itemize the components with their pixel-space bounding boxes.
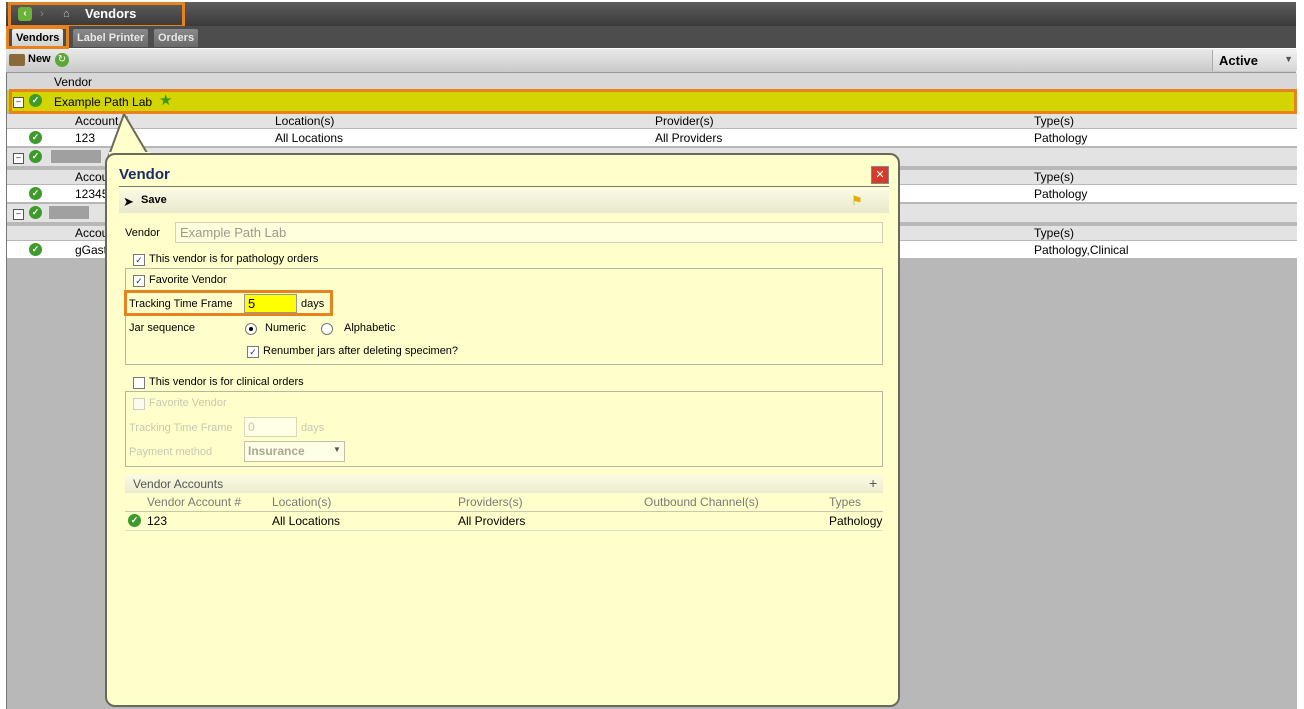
payment-method-select: Insurance ▼: [244, 441, 345, 462]
tab-highlight-box: [6, 26, 69, 49]
col-types[interactable]: Types: [829, 495, 861, 509]
redacted-vendor-name: [51, 150, 101, 163]
tab-orders[interactable]: Orders: [154, 29, 199, 47]
vendor-name-input[interactable]: Example Path Lab: [175, 222, 883, 243]
vendor-name-value: Example Path Lab: [180, 225, 287, 240]
account-list-row[interactable]: ✓ 123 All Locations All Providers Pathol…: [125, 512, 883, 531]
renumber-jars-checkbox[interactable]: ✓: [247, 346, 259, 358]
flag-icon[interactable]: ⚑: [851, 193, 863, 209]
clinical-checkbox[interactable]: [133, 377, 145, 389]
popup-title: Vendor: [119, 166, 170, 183]
subheader-account-truncated: Accou: [75, 170, 109, 184]
collapse-icon[interactable]: –: [13, 209, 24, 220]
active-check-icon: ✓: [128, 514, 141, 527]
account-types: Pathology: [829, 514, 883, 528]
popup-divider: [119, 186, 889, 187]
jar-alphabetic-radio[interactable]: [321, 323, 333, 335]
window-titlebar: ‹ › ⌂ Vendors: [6, 2, 1296, 26]
active-check-icon: ✓: [29, 243, 42, 256]
active-check-icon: ✓: [29, 131, 42, 144]
subheader-types: Type(s): [1034, 170, 1075, 184]
account-types: Pathology: [1034, 131, 1088, 145]
subheader-provider: Provider(s): [655, 114, 714, 128]
active-check-icon: ✓: [29, 206, 42, 219]
clinical-group: [125, 391, 883, 467]
subheader-types: Type(s): [1034, 114, 1075, 128]
payment-method-label: Payment method: [129, 446, 213, 458]
status-filter-select[interactable]: Active ▼: [1212, 50, 1297, 71]
subheader-account-truncated: Accou: [75, 226, 109, 240]
jar-alphabetic-label: Alphabetic: [344, 322, 396, 334]
save-button[interactable]: Save: [141, 194, 167, 206]
save-icon[interactable]: ➤: [123, 194, 134, 210]
col-location[interactable]: Location(s): [272, 495, 331, 509]
account-location: All Locations: [275, 131, 344, 145]
pathology-group: [125, 268, 883, 365]
vendor-popup: Vendor ✕ ➤ Save ⚑ Vendor Example Path La…: [105, 153, 900, 707]
account-types: Pathology: [1034, 187, 1088, 201]
subheader-location: Location(s): [275, 114, 335, 128]
vendor-accounts-title: Vendor Accounts: [133, 477, 224, 491]
grid-header: Vendor: [7, 73, 1297, 90]
add-account-icon[interactable]: +: [869, 475, 877, 491]
col-vendor-account[interactable]: Vendor Account #: [147, 495, 241, 509]
jar-numeric-radio[interactable]: [245, 323, 257, 335]
col-outbound-channel[interactable]: Outbound Channel(s): [644, 495, 759, 509]
tab-label-printer[interactable]: Label Printer: [73, 29, 149, 47]
clinical-favorite-label: Favorite Vendor: [149, 397, 227, 409]
status-filter-value: Active: [1219, 53, 1259, 68]
popup-toolbar: ➤ Save ⚑: [119, 189, 889, 213]
account-location: All Locations: [272, 514, 341, 528]
refresh-icon[interactable]: ↻: [55, 53, 69, 67]
tracking-highlight-box: [124, 290, 333, 316]
account-row[interactable]: ✓ 123 All Locations All Providers Pathol…: [7, 129, 1297, 146]
jar-numeric-label: Numeric: [265, 322, 306, 334]
column-header-vendor[interactable]: Vendor: [54, 75, 92, 89]
pathology-checkbox[interactable]: ✓: [133, 254, 145, 266]
clinical-tracking-input: 0: [244, 417, 297, 437]
chevron-down-icon: ▼: [1284, 54, 1293, 64]
renumber-jars-label: Renumber jars after deleting specimen?: [263, 345, 459, 357]
account-types: Pathology,Clinical: [1034, 243, 1129, 257]
account-provider: All Providers: [458, 514, 526, 528]
tab-bar: Vendors Label Printer Orders: [6, 26, 1296, 48]
vendor-subheader: Account # Location(s) Provider(s) Type(s…: [7, 114, 1297, 128]
pathology-checkbox-label: This vendor is for pathology orders: [149, 253, 319, 265]
clinical-checkbox-label: This vendor is for clinical orders: [149, 376, 304, 388]
account-number: 123: [75, 131, 96, 145]
payment-method-value: Insurance: [248, 444, 305, 458]
account-provider: All Providers: [655, 131, 723, 145]
clinical-tracking-label: Tracking Time Frame: [129, 422, 233, 434]
close-icon[interactable]: ✕: [871, 166, 889, 184]
jar-sequence-label: Jar sequence: [129, 322, 196, 334]
vendor-field-label: Vendor: [125, 227, 160, 239]
redacted-vendor-name: [49, 206, 89, 219]
popup-pointer: [106, 114, 152, 158]
new-vendor-icon[interactable]: [9, 54, 25, 66]
active-check-icon: ✓: [29, 150, 42, 163]
toolbar: New ↻ Active ▼: [6, 49, 1297, 73]
clinical-tracking-value: 0: [248, 420, 255, 434]
account-number: gGast: [75, 243, 108, 257]
col-providers[interactable]: Providers(s): [458, 495, 523, 509]
clinical-tracking-units: days: [301, 422, 325, 434]
collapse-icon[interactable]: –: [13, 153, 24, 164]
account-number: 123: [147, 514, 168, 528]
accounts-column-headers: Vendor Account # Location(s) Providers(s…: [125, 493, 883, 512]
row-highlight-box: [9, 89, 1297, 114]
title-highlight-box: [8, 2, 185, 28]
favorite-vendor-label: Favorite Vendor: [149, 274, 227, 286]
new-button[interactable]: New: [28, 53, 51, 65]
active-check-icon: ✓: [29, 187, 42, 200]
favorite-vendor-checkbox[interactable]: ✓: [133, 275, 145, 287]
vendor-accounts-header: Vendor Accounts +: [125, 475, 883, 493]
subheader-types: Type(s): [1034, 226, 1075, 240]
clinical-favorite-checkbox: [133, 398, 145, 410]
account-number: 12345: [75, 187, 109, 201]
chevron-down-icon: ▼: [333, 445, 341, 454]
